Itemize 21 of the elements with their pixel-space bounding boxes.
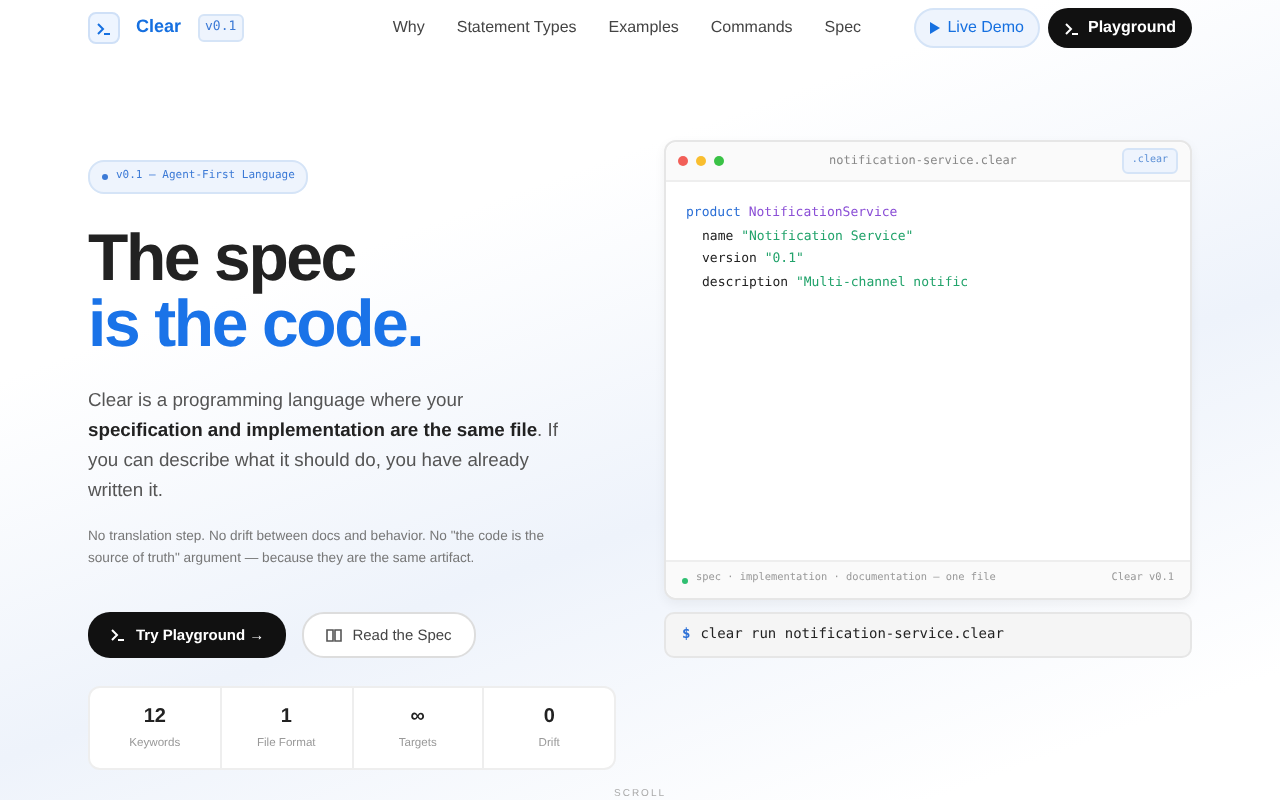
window-controls-icon bbox=[678, 156, 724, 166]
stat-value: 1 bbox=[278, 703, 294, 732]
intro-paragraph: Clear is a programming language where your specification and implementation are the same file. If you can describe what it should do, you have already written it. bbox=[88, 385, 560, 504]
nav-link[interactable]: Statement Types bbox=[456, 16, 577, 40]
brand-name[interactable]: Clear bbox=[136, 14, 182, 42]
stat-value: 12 bbox=[141, 703, 168, 732]
live-demo-button[interactable]: Live Demo bbox=[913, 8, 1040, 48]
nav-link[interactable]: Commands bbox=[710, 16, 793, 40]
terminal-icon bbox=[1063, 21, 1080, 35]
nav-link[interactable]: Examples bbox=[608, 16, 679, 40]
status-dot bbox=[682, 577, 688, 584]
book-icon bbox=[326, 627, 343, 642]
nav-link[interactable]: Why bbox=[392, 16, 425, 40]
play-icon bbox=[929, 22, 940, 34]
nav-link[interactable]: Spec bbox=[824, 16, 862, 40]
terminal-icon bbox=[88, 12, 120, 44]
stat-value: ∞ bbox=[408, 703, 427, 732]
terminal-icon bbox=[110, 627, 126, 642]
headline: The spec bbox=[88, 223, 357, 290]
playground-button[interactable]: Playground bbox=[1047, 8, 1192, 48]
stat-value: 0 bbox=[541, 703, 557, 732]
